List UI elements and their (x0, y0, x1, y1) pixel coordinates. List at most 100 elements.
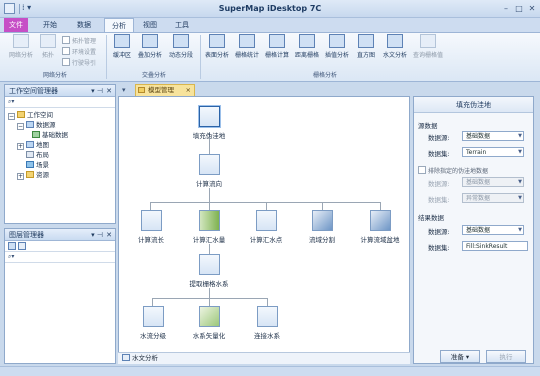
node-stream-order[interactable]: 水流分级 (130, 306, 176, 340)
basin-icon (369, 210, 391, 231)
tab-start[interactable]: 开始 (38, 18, 62, 32)
ready-button[interactable]: 准备 ▾ (440, 350, 480, 363)
layers-tab-icon[interactable] (8, 242, 16, 250)
connector-line (267, 298, 268, 306)
tree-item-layouts[interactable]: 布局 (8, 150, 115, 160)
result-datasource-combo[interactable]: 基础数据 ▼ (462, 225, 524, 235)
query-raster-button[interactable]: 查询栅格值 (411, 34, 445, 59)
watershed-icon (311, 210, 333, 231)
workspace-search-bar[interactable]: ⌕▾ (5, 97, 115, 108)
buffer-icon (114, 34, 130, 48)
tree-item-maps[interactable]: + 地图 (8, 140, 115, 150)
status-bar (0, 366, 540, 376)
interpolation-icon (329, 34, 345, 48)
layer-group-icon[interactable] (18, 242, 27, 250)
minimize-icon[interactable]: – (500, 3, 512, 14)
surface-analysis-button[interactable]: 表面分析 (203, 34, 231, 59)
database-icon (32, 131, 40, 138)
node-flow-length[interactable]: 计算流长 (127, 210, 175, 244)
calculator-icon (269, 34, 285, 48)
scene-icon (26, 161, 34, 168)
route-guide-check[interactable]: 行驶导引 (62, 58, 96, 67)
extract-streams-icon (198, 254, 220, 275)
dynamic-segment-button[interactable]: 动态分段 (166, 34, 196, 59)
node-extract-streams[interactable]: 提取栅格水系 (180, 254, 238, 288)
raster-stats-button[interactable]: 栅格统计 (233, 34, 261, 59)
tab-view[interactable]: 视图 (138, 18, 162, 32)
connector-line (150, 202, 380, 203)
execute-button[interactable]: 执行 (486, 350, 526, 363)
exclude-sink-check[interactable]: 排除指定的伪洼地数据 (418, 166, 488, 175)
maximize-icon[interactable]: □ (513, 3, 525, 14)
pin-icon[interactable]: ▾ ⊣ (91, 85, 103, 97)
folder-icon (26, 171, 34, 178)
connector-line (209, 288, 210, 298)
source-section-label: 源数据 (418, 122, 438, 130)
close-icon[interactable]: ✕ (526, 3, 538, 14)
connector-line (209, 188, 210, 202)
workspace-icon (17, 111, 25, 118)
exclude-datasource-combo[interactable]: 基础数据 ▼ (462, 177, 524, 187)
parameter-panel-title: 填充伪洼地 (414, 97, 533, 113)
connector-line (322, 202, 323, 210)
connector-line (209, 202, 210, 210)
network-analysis-button[interactable]: 网络分析 (6, 34, 36, 59)
buffer-button[interactable]: 缓冲区 (110, 34, 134, 59)
layers-panel: 图层管理器 ▾ ⊣ ✕ ⌕▾ (4, 228, 116, 364)
pin-icon[interactable]: ▾ ⊣ (91, 229, 103, 241)
node-watershed[interactable]: 流域分割 (298, 210, 346, 244)
hydrology-button[interactable]: 水文分析 (381, 34, 409, 59)
source-dataset-combo[interactable]: Terrain ▼ (462, 147, 524, 157)
node-stream-link[interactable]: 连接水系 (244, 306, 290, 340)
tree-item-resources[interactable]: + 资源 (8, 170, 115, 180)
hydrology-tab-icon (122, 354, 130, 361)
close-icon[interactable]: ✕ (106, 229, 112, 241)
datasource-icon (26, 121, 34, 128)
node-flow-direction[interactable]: 计算流向 (184, 154, 234, 188)
flow-direction-icon (198, 154, 220, 175)
search-icon: ⌕▾ (8, 98, 15, 105)
histogram-button[interactable]: 直方图 (353, 34, 379, 59)
stream-link-icon (256, 306, 278, 327)
node-stream-vector[interactable]: 水系矢量化 (184, 306, 234, 340)
node-fill-sink[interactable]: 填充伪洼地 (184, 106, 234, 140)
chevron-down-icon: ▼ (518, 179, 522, 185)
tree-item-scenes[interactable]: 场景 (8, 160, 115, 170)
interpolation-button[interactable]: 插值分析 (323, 34, 351, 59)
close-icon[interactable]: × (186, 85, 191, 96)
query-icon (420, 34, 436, 48)
source-datasource-combo[interactable]: 基础数据 ▼ (462, 131, 524, 141)
tab-tools[interactable]: 工具 (170, 18, 194, 32)
node-accumulation[interactable]: 计算汇水量 (184, 210, 234, 244)
tab-data[interactable]: 数据 (72, 18, 96, 32)
flow-length-icon (140, 210, 162, 231)
network-icon (13, 34, 29, 48)
tree-item-workspace[interactable]: − 工作空间 (8, 110, 115, 120)
chevron-down-icon: ▼ (518, 195, 522, 201)
tab-hydrology-analysis[interactable]: 水文分析 (118, 352, 410, 364)
tree-item-basedata[interactable]: 基础数据 (8, 130, 115, 140)
exclude-dataset-combo[interactable]: 异常数据 ▼ (462, 193, 524, 203)
result-dataset-input[interactable]: Fill:SinkResult (462, 241, 528, 251)
tab-file[interactable]: 文件 (4, 18, 28, 32)
raster-calc-button[interactable]: 栅格计算 (263, 34, 291, 59)
stream-order-icon (142, 306, 164, 327)
exclude-dataset-label: 数据集: (428, 196, 450, 204)
search-icon: ⌕▾ (8, 253, 15, 260)
chevron-down-icon: ▾ (465, 353, 470, 361)
close-icon[interactable]: ✕ (106, 85, 112, 97)
distance-raster-button[interactable]: 距离栅格 (293, 34, 321, 59)
tab-analysis[interactable]: 分析 (104, 18, 134, 32)
connector-line (209, 298, 210, 306)
node-basin-point[interactable]: 计算汇水点 (241, 210, 291, 244)
chevron-down-icon: ▼ (518, 227, 522, 233)
layers-search-bar[interactable]: ⌕▾ (5, 252, 115, 263)
tab-list-icon[interactable]: ▾ (122, 86, 126, 94)
overlay-icon (142, 34, 158, 48)
topology-button[interactable]: 拓扑 (38, 34, 58, 59)
topology-manage-check[interactable]: 拓扑管理 (62, 36, 96, 45)
env-settings-check[interactable]: 环境设置 (62, 47, 96, 56)
tree-item-datasources[interactable]: − 数据源 (8, 120, 115, 130)
overlay-button[interactable]: 叠加分析 (136, 34, 164, 59)
node-basin[interactable]: 计算流域盆地 (352, 210, 408, 244)
